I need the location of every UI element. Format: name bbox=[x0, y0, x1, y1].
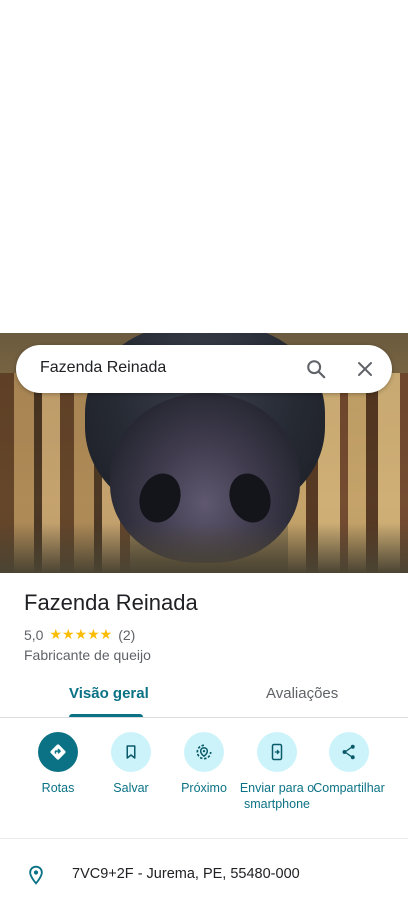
directions-circle bbox=[38, 732, 78, 772]
nearby-button[interactable]: Próximo bbox=[164, 732, 244, 796]
save-button[interactable]: Salvar bbox=[91, 732, 171, 796]
rating-row[interactable]: 5,0 ★★★★★ (2) bbox=[24, 626, 135, 643]
clear-search-button[interactable] bbox=[349, 353, 381, 385]
photo-ground bbox=[0, 523, 408, 573]
bookmark-icon bbox=[126, 745, 136, 759]
send-to-phone-circle bbox=[257, 732, 297, 772]
share-icon bbox=[342, 744, 355, 760]
save-label: Salvar bbox=[113, 781, 149, 795]
close-icon bbox=[358, 362, 372, 376]
send-to-phone-icon bbox=[271, 743, 283, 761]
share-button[interactable]: Compartilhar bbox=[309, 732, 389, 796]
share-label: Compartilhar bbox=[313, 781, 385, 795]
map-area bbox=[0, 0, 408, 333]
search-icon bbox=[307, 360, 326, 379]
address-text: 7VC9+2F - Jurema, PE, 55480-000 bbox=[72, 866, 300, 882]
search-button[interactable] bbox=[300, 353, 332, 385]
rating-value: 5,0 bbox=[24, 626, 44, 643]
send-to-phone-button[interactable]: Enviar para o smartphone bbox=[237, 732, 317, 812]
search-bar[interactable]: Fazenda Reinada bbox=[16, 345, 392, 393]
review-count[interactable]: (2) bbox=[118, 627, 135, 643]
place-category: Fabricante de queijo bbox=[24, 647, 151, 663]
send-to-phone-label: Enviar para o smartphone bbox=[239, 781, 315, 811]
nearby-icon bbox=[196, 744, 212, 760]
save-circle bbox=[111, 732, 151, 772]
location-pin-icon bbox=[26, 864, 46, 891]
section-divider bbox=[0, 838, 408, 839]
tab-selected-indicator bbox=[69, 714, 143, 717]
nearby-circle bbox=[184, 732, 224, 772]
search-query[interactable]: Fazenda Reinada bbox=[40, 359, 166, 377]
tab-overview[interactable]: Visão geral bbox=[69, 685, 149, 702]
directions-button[interactable]: Rotas bbox=[18, 732, 98, 796]
address-row[interactable]: 7VC9+2F - Jurema, PE, 55480-000 bbox=[0, 854, 408, 894]
share-circle bbox=[329, 732, 369, 772]
rating-stars: ★★★★★ bbox=[49, 626, 113, 642]
tab-reviews[interactable]: Avaliações bbox=[266, 685, 338, 702]
nearby-label: Próximo bbox=[181, 781, 227, 795]
directions-icon bbox=[50, 744, 66, 760]
action-buttons: Rotas Salvar Próximo Enviar para o smart… bbox=[0, 732, 408, 838]
directions-label: Rotas bbox=[41, 781, 75, 795]
tab-bar: Visão geral Avaliações bbox=[0, 676, 408, 718]
place-title: Fazenda Reinada bbox=[24, 590, 198, 615]
